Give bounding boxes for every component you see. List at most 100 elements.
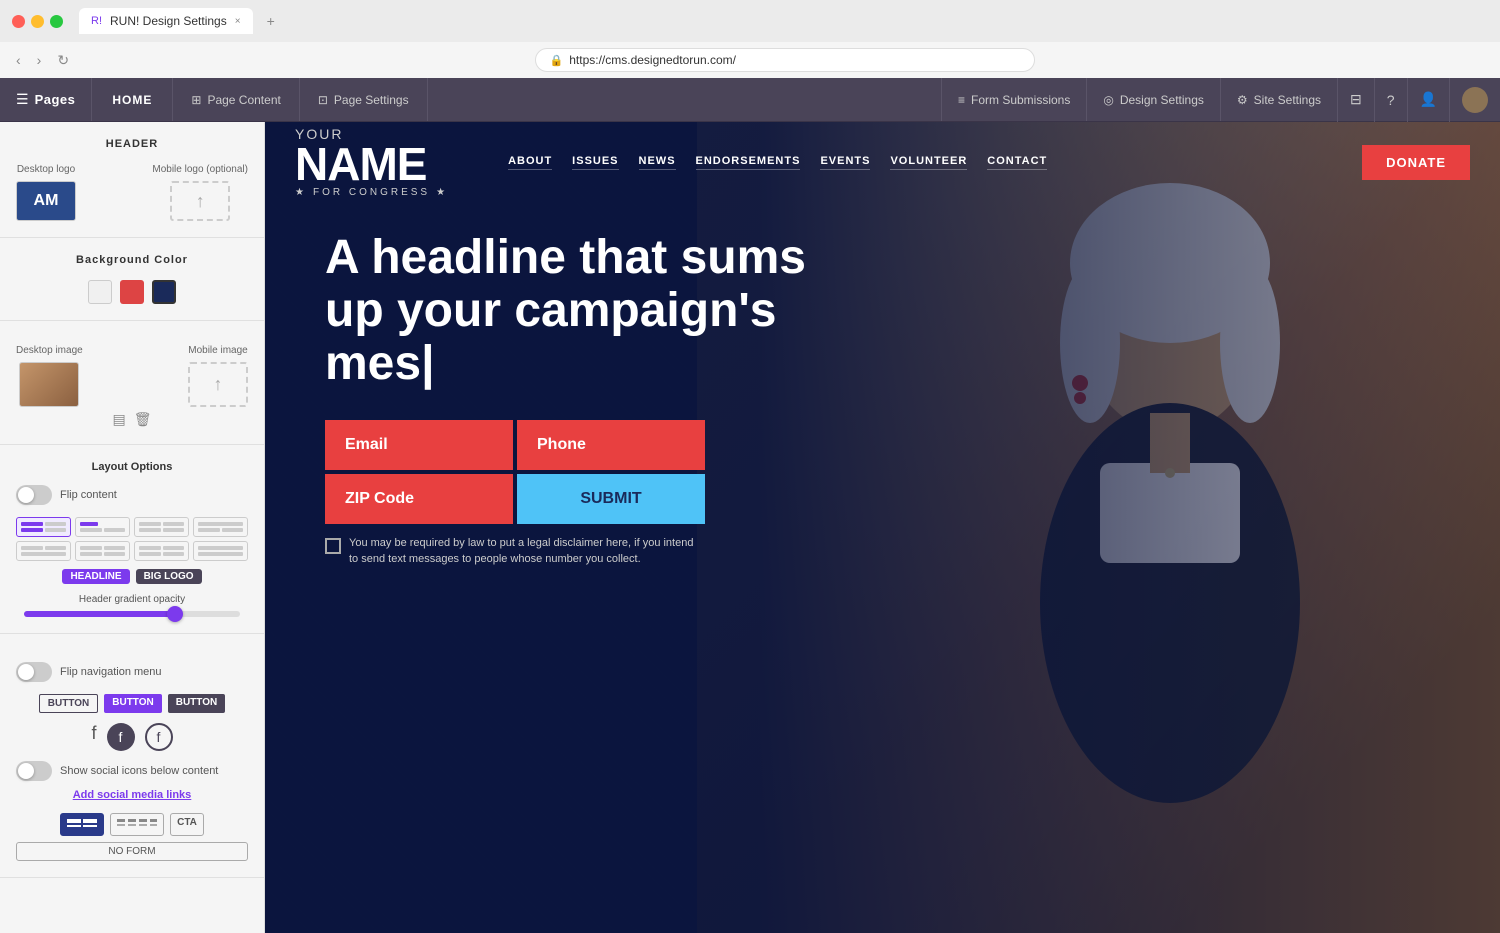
- social-icon-options: f f f: [16, 723, 248, 751]
- avatar[interactable]: [1449, 78, 1500, 122]
- color-swatch-navy[interactable]: [152, 280, 176, 304]
- show-social-row: Show social icons below content: [16, 761, 248, 781]
- url-bar[interactable]: 🔒 https://cms.designedtorun.com/: [535, 48, 1035, 72]
- preview-content: A headline that sums up your campaign's …: [265, 202, 1065, 597]
- mobile-logo-upload[interactable]: ↑: [170, 181, 230, 221]
- layout-option-6[interactable]: [75, 541, 130, 561]
- nav-news[interactable]: NEWS: [639, 155, 676, 170]
- image-controls: ▤ 🗑: [16, 411, 248, 428]
- layout-option-7[interactable]: [134, 541, 189, 561]
- mobile-image-upload[interactable]: ↑: [188, 362, 248, 407]
- social-icon-circle-filled[interactable]: f: [107, 723, 135, 751]
- button-style-outline[interactable]: BUTTON: [39, 694, 98, 713]
- gradient-slider[interactable]: [24, 611, 240, 617]
- design-settings-label: Design Settings: [1120, 93, 1204, 107]
- close-button[interactable]: [12, 15, 25, 28]
- back-button[interactable]: ‹: [12, 50, 25, 70]
- biglogo-style-tag[interactable]: BIG LOGO: [136, 569, 202, 584]
- form-submissions-label: Form Submissions: [971, 93, 1070, 107]
- add-social-link[interactable]: Add social media links: [16, 789, 248, 801]
- layout-option-4[interactable]: [193, 517, 248, 537]
- button-style-filled[interactable]: BUTTON: [104, 694, 161, 713]
- donate-button[interactable]: DONATE: [1362, 145, 1470, 180]
- bottom-opt-blue[interactable]: [60, 813, 104, 836]
- phone-field[interactable]: Phone: [517, 420, 705, 470]
- minimize-button[interactable]: [31, 15, 44, 28]
- no-form-button[interactable]: NO FORM: [16, 842, 248, 861]
- tab-page-settings[interactable]: ⊡ Page Settings: [300, 78, 428, 121]
- desktop-image-thumb[interactable]: [19, 362, 79, 407]
- users-icon-button[interactable]: 👤: [1407, 78, 1449, 122]
- layout-option-1[interactable]: [16, 517, 71, 537]
- tab-close-button[interactable]: ×: [235, 16, 241, 27]
- desktop-logo-item: Desktop logo AM: [16, 164, 76, 221]
- image-delete-icon[interactable]: 🗑: [134, 411, 152, 428]
- submit-button[interactable]: SUBMIT: [517, 474, 705, 524]
- flip-content-label: Flip content: [60, 489, 117, 501]
- disclaimer-row: You may be required by law to put a lega…: [325, 536, 705, 567]
- desktop-logo-label: Desktop logo: [17, 164, 75, 175]
- disclaimer-checkbox[interactable]: [325, 538, 341, 554]
- display-icon-button[interactable]: ⊟: [1337, 78, 1374, 122]
- nav-issues[interactable]: ISSUES: [572, 155, 618, 170]
- flip-content-toggle[interactable]: [16, 485, 52, 505]
- page-settings-icon: ⊡: [318, 93, 328, 107]
- layout-option-2[interactable]: [75, 517, 130, 537]
- site-settings-icon: ⚙: [1237, 93, 1248, 107]
- phone-label: Phone: [537, 436, 586, 453]
- url-text: https://cms.designedtorun.com/: [569, 53, 736, 67]
- browser-tab[interactable]: R! RUN! Design Settings ×: [79, 8, 253, 34]
- show-social-label: Show social icons below content: [60, 765, 218, 777]
- flip-nav-toggle[interactable]: [16, 662, 52, 682]
- flip-nav-knob: [18, 664, 34, 680]
- flip-nav-row: Flip navigation menu: [16, 662, 248, 682]
- main-content: HEADER Desktop logo AM Mobile logo (opti…: [0, 122, 1500, 933]
- preview-area: YOUR NAME ★ FOR CONGRESS ★ ABOUT ISSUES …: [265, 122, 1500, 933]
- site-logo: YOUR NAME ★ FOR CONGRESS ★: [295, 127, 448, 198]
- site-settings-button[interactable]: ⚙ Site Settings: [1220, 78, 1337, 121]
- maximize-button[interactable]: [50, 15, 63, 28]
- tab-page-content[interactable]: ⊞ Page Content: [173, 78, 299, 121]
- home-button[interactable]: HOME: [92, 78, 173, 121]
- sidebar-toggle[interactable]: ☰ Pages: [0, 78, 92, 121]
- bottom-opt-grey[interactable]: [110, 813, 164, 836]
- headline-text[interactable]: A headline that sums up your campaign's …: [325, 232, 825, 390]
- zip-label: ZIP Code: [345, 490, 414, 507]
- forward-button[interactable]: ›: [33, 50, 46, 70]
- layout-grid: [16, 517, 248, 561]
- help-icon-button[interactable]: ?: [1374, 78, 1407, 122]
- image-align-left-icon[interactable]: ▤: [112, 411, 125, 428]
- layout-option-3[interactable]: [134, 517, 189, 537]
- nav-about[interactable]: ABOUT: [508, 155, 552, 170]
- sidebar: HEADER Desktop logo AM Mobile logo (opti…: [0, 122, 265, 933]
- toggle-knob: [18, 487, 34, 503]
- social-icon-plain[interactable]: f: [91, 723, 96, 751]
- nav-volunteer[interactable]: VOLUNTEER: [890, 155, 967, 170]
- desktop-logo-preview[interactable]: AM: [16, 181, 76, 221]
- flip-nav-label: Flip navigation menu: [60, 666, 162, 678]
- layout-option-5[interactable]: [16, 541, 71, 561]
- design-settings-button[interactable]: ◎ Design Settings: [1086, 78, 1220, 121]
- zip-field[interactable]: ZIP Code: [325, 474, 513, 524]
- nav-endorsements[interactable]: ENDORSEMENTS: [696, 155, 801, 170]
- color-swatch-white[interactable]: [88, 280, 112, 304]
- layout-options-title: Layout Options: [16, 461, 248, 473]
- show-social-toggle[interactable]: [16, 761, 52, 781]
- color-swatch-red[interactable]: [120, 280, 144, 304]
- form-submissions-button[interactable]: ≡ Form Submissions: [941, 78, 1086, 121]
- slider-thumb[interactable]: [167, 606, 183, 622]
- bottom-opt-cta[interactable]: CTA: [170, 813, 204, 836]
- layout-option-8[interactable]: [193, 541, 248, 561]
- nav-events[interactable]: EVENTS: [820, 155, 870, 170]
- gradient-label: Header gradient opacity: [16, 594, 248, 605]
- email-field[interactable]: Email: [325, 420, 513, 470]
- logo-name: NAME: [295, 141, 448, 187]
- reload-button[interactable]: ↻: [53, 50, 73, 71]
- new-tab-button[interactable]: +: [267, 13, 275, 29]
- social-icon-circle-outline[interactable]: f: [145, 723, 173, 751]
- layout-section: Layout Options Flip content: [0, 445, 264, 634]
- button-style-dark[interactable]: BUTTON: [168, 694, 225, 713]
- nav-contact[interactable]: CONTACT: [987, 155, 1047, 170]
- headline-style-tag[interactable]: HEADLINE: [62, 569, 129, 584]
- mobile-logo-item: Mobile logo (optional) ↑: [152, 164, 248, 221]
